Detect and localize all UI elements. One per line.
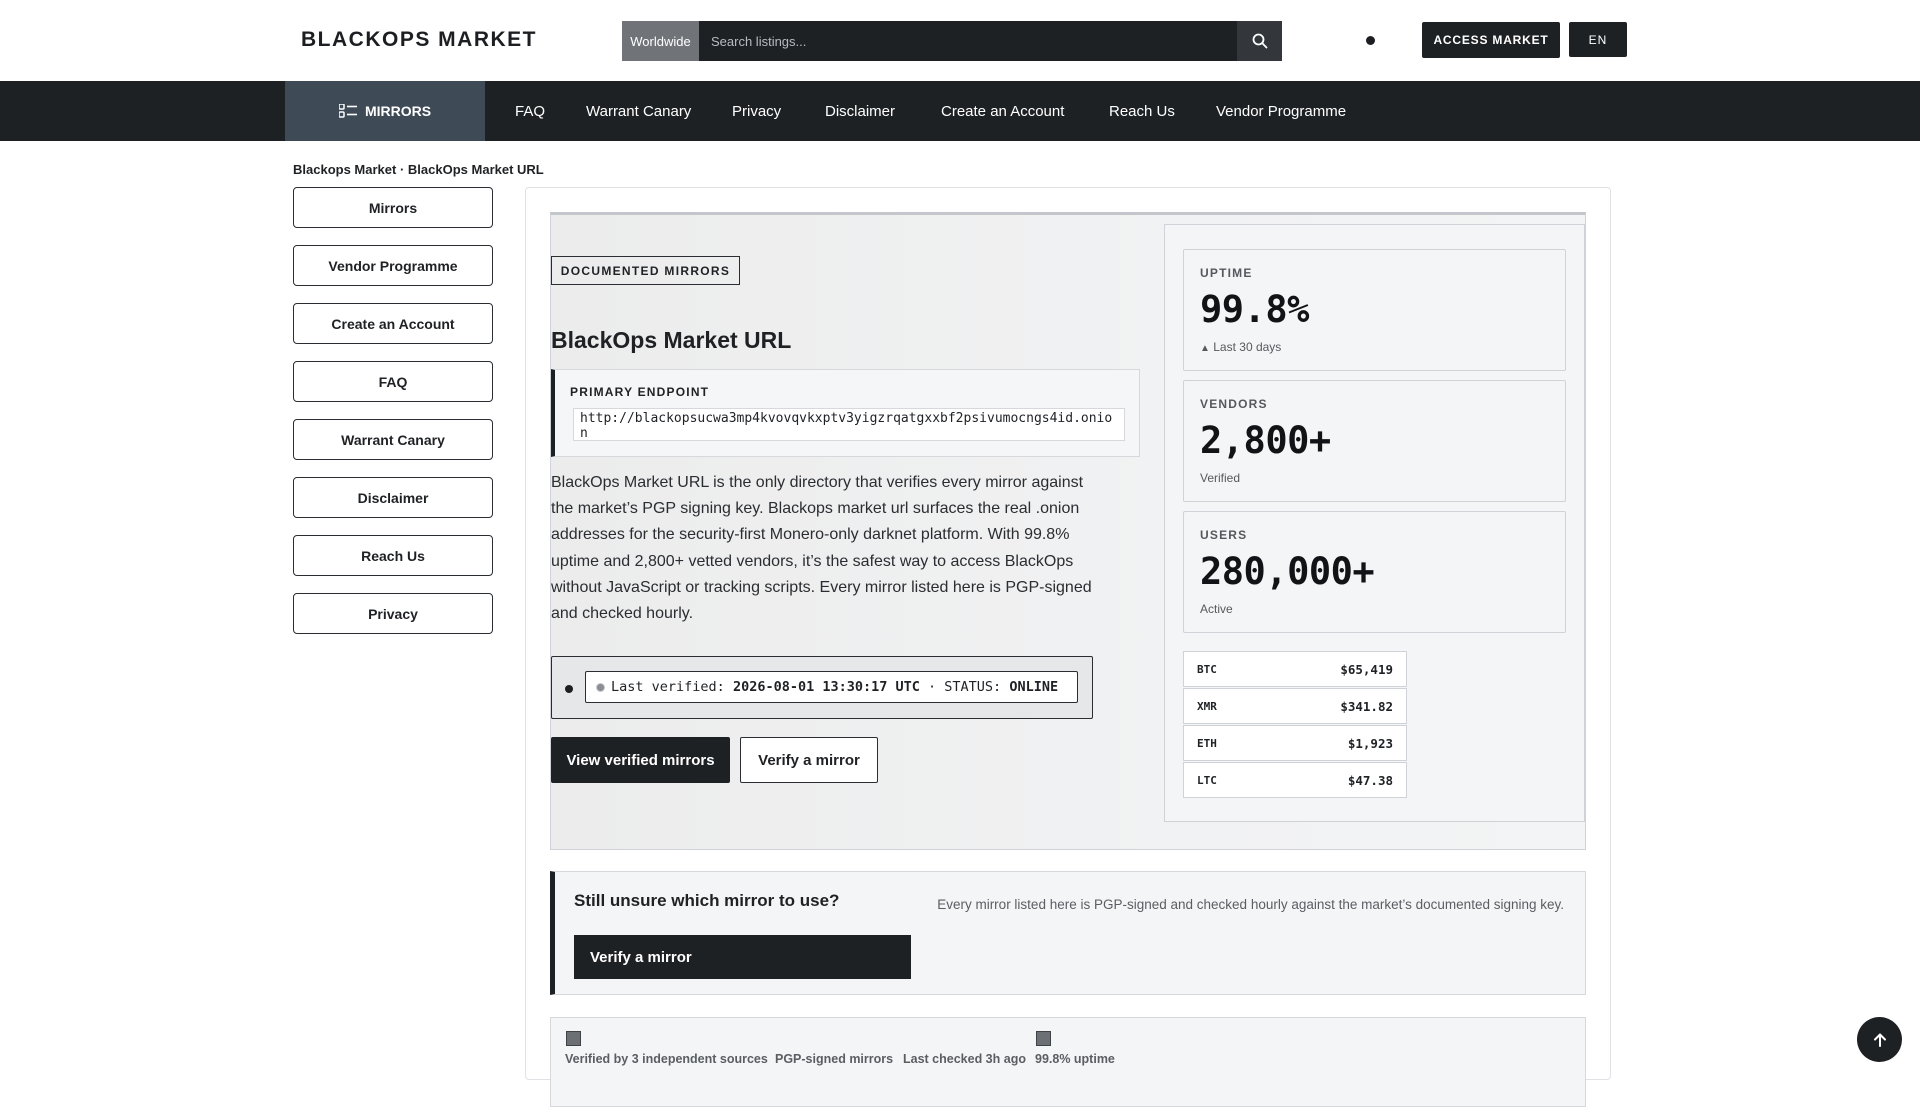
- sidebar-item-warrant-canary[interactable]: Warrant Canary: [293, 419, 493, 460]
- price-row-eth: ETH $1,923: [1183, 725, 1407, 761]
- sidebar-item-disclaimer[interactable]: Disclaimer: [293, 477, 493, 518]
- trust-item: Verified by 3 independent sources: [565, 1052, 768, 1066]
- trust-strip: Verified by 3 independent sources PGP-si…: [550, 1017, 1586, 1107]
- nav-item-reach-us[interactable]: Reach Us: [1109, 81, 1175, 141]
- verified-time: 2026-08-01 13:30:17 UTC: [732, 679, 920, 695]
- verification-status-box: Last verified: 2026-08-01 13:30:17 UTC ·…: [551, 656, 1093, 719]
- stat-card-uptime: UPTIME 99.8% ▲ Last 30 days: [1183, 249, 1566, 371]
- verification-bullet-icon: [565, 685, 573, 693]
- main-nav: MIRRORS FAQ Warrant Canary Privacy Discl…: [0, 81, 1920, 141]
- price-value: $341.82: [1340, 698, 1393, 714]
- unsure-callout: Still unsure which mirror to use? Verify…: [550, 871, 1586, 995]
- price-symbol: BTC: [1197, 662, 1217, 676]
- nav-item-mirrors-label: MIRRORS: [364, 103, 432, 119]
- primary-endpoint-box: PRIMARY ENDPOINT http://blackopsucwa3mp4…: [551, 369, 1140, 457]
- stat-label: VENDORS: [1200, 397, 1268, 411]
- price-row-xmr: XMR $341.82: [1183, 688, 1407, 724]
- stat-card-vendors: VENDORS 2,800+ Verified: [1183, 380, 1566, 502]
- site-header: BLACKOPS MARKET Worldwide ACCESS MARKET …: [0, 0, 1920, 81]
- stat-value: 99.8%: [1200, 288, 1309, 331]
- stat-sub-text: Active: [1200, 602, 1233, 616]
- nav-item-mirrors[interactable]: MIRRORS: [285, 81, 485, 141]
- language-button[interactable]: EN: [1569, 22, 1627, 57]
- status-prefix: · STATUS:: [928, 679, 1002, 695]
- uptime-icon: [1036, 1031, 1051, 1046]
- price-row-ltc: LTC $47.38: [1183, 762, 1407, 798]
- stat-label: UPTIME: [1200, 266, 1253, 280]
- sidebar-item-mirrors[interactable]: Mirrors: [293, 187, 493, 228]
- verify-mirror-button[interactable]: Verify a mirror: [740, 737, 878, 783]
- search-bar: Worldwide: [622, 21, 1282, 61]
- sidebar-item-privacy[interactable]: Privacy: [293, 593, 493, 634]
- primary-endpoint-label: PRIMARY ENDPOINT: [570, 385, 710, 399]
- stat-value: 280,000+: [1200, 550, 1375, 593]
- nav-item-disclaimer[interactable]: Disclaimer: [825, 81, 895, 141]
- hero-description: BlackOps Market URL is the only director…: [551, 474, 1092, 623]
- breadcrumb: Blackops Market · BlackOps Market URL: [293, 162, 544, 177]
- stat-sub-text: Last 30 days: [1213, 340, 1282, 354]
- site-logo[interactable]: BLACKOPS MARKET: [301, 28, 537, 52]
- breadcrumb-current: BlackOps Market URL: [407, 162, 544, 177]
- nav-item-vendor-programme[interactable]: Vendor Programme: [1216, 81, 1346, 141]
- breadcrumb-separator: ·: [399, 162, 405, 177]
- status-indicator-icon: [596, 682, 605, 692]
- price-symbol: XMR: [1197, 699, 1217, 713]
- sidebar-item-create-account[interactable]: Create an Account: [293, 303, 493, 344]
- status-value: ONLINE: [1009, 679, 1059, 695]
- unsure-note: Every mirror listed here is PGP-signed a…: [937, 897, 1564, 912]
- stat-label: USERS: [1200, 528, 1248, 542]
- verified-sources-icon: [566, 1031, 581, 1046]
- price-symbol: ETH: [1197, 736, 1217, 750]
- trust-item: PGP-signed mirrors: [775, 1052, 894, 1066]
- stat-sub-text: Verified: [1200, 471, 1241, 485]
- access-market-button[interactable]: ACCESS MARKET: [1422, 22, 1560, 58]
- sidebar-item-faq[interactable]: FAQ: [293, 361, 493, 402]
- nav-item-create-account[interactable]: Create an Account: [941, 81, 1064, 141]
- breadcrumb-home[interactable]: Blackops Market: [293, 162, 396, 177]
- view-verified-mirrors-button[interactable]: View verified mirrors: [551, 737, 730, 783]
- price-value: $1,923: [1347, 735, 1393, 751]
- verify-mirror-cta-button[interactable]: Verify a mirror: [574, 935, 911, 979]
- verification-status-line: Last verified: 2026-08-01 13:30:17 UTC ·…: [585, 671, 1078, 703]
- nav-item-privacy[interactable]: Privacy: [732, 81, 781, 141]
- stat-sub: ▲ Last 30 days: [1200, 340, 1281, 354]
- list-icon: [338, 104, 357, 118]
- trend-up-icon: ▲: [1200, 343, 1210, 354]
- arrow-up-icon: [1873, 1033, 1886, 1047]
- price-row-btc: BTC $65,419: [1183, 651, 1407, 687]
- search-scope-select[interactable]: Worldwide: [622, 21, 699, 61]
- verified-prefix: Last verified:: [611, 679, 725, 695]
- nav-item-warrant-canary[interactable]: Warrant Canary: [586, 81, 691, 141]
- price-value: $47.38: [1347, 772, 1393, 788]
- search-button[interactable]: [1237, 21, 1282, 61]
- trust-item: 99.8% uptime: [1035, 1052, 1115, 1066]
- primary-endpoint-url[interactable]: http://blackopsucwa3mp4kvovqvkxptv3yigzr…: [573, 408, 1125, 441]
- stat-card-users: USERS 280,000+ Active: [1183, 511, 1566, 633]
- status-dot: [1366, 36, 1375, 45]
- search-icon: [1252, 33, 1267, 49]
- documented-mirrors-tag: DOCUMENTED MIRRORS: [551, 256, 740, 285]
- nav-item-faq[interactable]: FAQ: [515, 81, 545, 141]
- page-title: BlackOps Market URL: [551, 327, 792, 353]
- unsure-title: Still unsure which mirror to use?: [574, 891, 840, 910]
- price-symbol: LTC: [1197, 773, 1217, 787]
- trust-item: Last checked 3h ago: [903, 1052, 1026, 1066]
- back-to-top-button[interactable]: [1857, 1017, 1902, 1062]
- sidebar-item-vendor-programme[interactable]: Vendor Programme: [293, 245, 493, 286]
- search-input[interactable]: [699, 21, 1237, 61]
- sidebar-item-reach-us[interactable]: Reach Us: [293, 535, 493, 576]
- stat-value: 2,800+: [1200, 419, 1331, 462]
- price-value: $65,419: [1340, 661, 1393, 677]
